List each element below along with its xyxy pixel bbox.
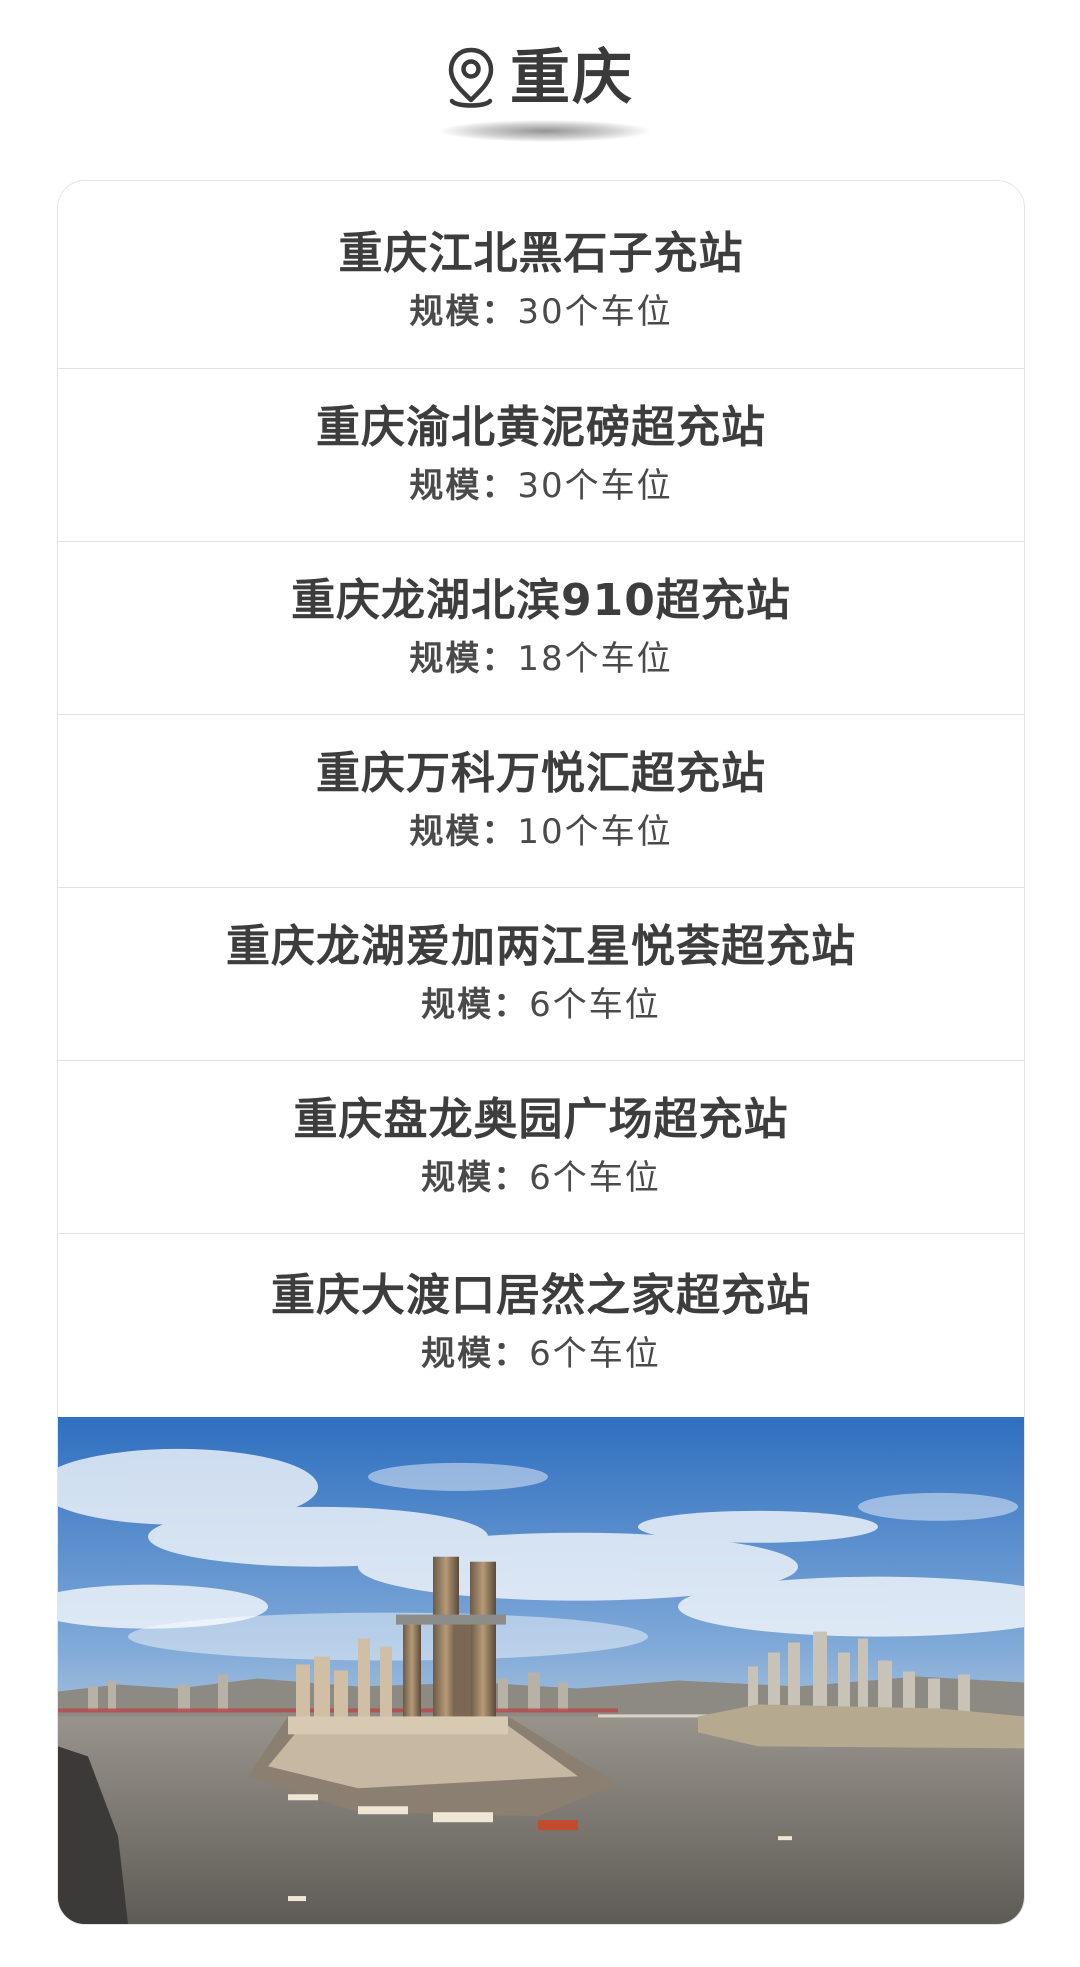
- station-name: 重庆渝北黄泥磅超充站: [316, 402, 766, 453]
- scale-label: 规模：: [421, 1158, 530, 1198]
- station-item: 重庆渝北黄泥磅超充站 规模：30个车位: [58, 369, 1024, 542]
- station-name: 重庆大渡口居然之家超充站: [271, 1270, 811, 1321]
- station-name: 重庆万科万悦汇超充站: [316, 748, 766, 799]
- city-title: 重庆: [510, 43, 634, 113]
- scale-label: 规模：: [421, 985, 530, 1025]
- scale-value: 30个车位: [517, 291, 673, 332]
- station-scale: 规模：30个车位: [409, 461, 672, 511]
- scale-label: 规模：: [409, 291, 518, 332]
- station-scale: 规模：18个车位: [409, 634, 672, 684]
- station-name: 重庆龙湖爱加两江星悦荟超充站: [226, 921, 856, 972]
- station-name: 重庆盘龙奥园广场超充站: [293, 1094, 789, 1145]
- station-card: 重庆江北黑石子充站 规模：30个车位 重庆渝北黄泥磅超充站 规模：30个车位 重…: [57, 180, 1025, 1925]
- station-scale: 规模：6个车位: [421, 1329, 661, 1379]
- page-header: 重庆: [0, 38, 1080, 142]
- scale-label: 规模：: [409, 466, 518, 506]
- station-scale: 规模：6个车位: [421, 980, 661, 1030]
- scale-label: 规模：: [421, 1334, 530, 1374]
- title-shadow-decoration: [440, 120, 650, 142]
- station-scale: 规模：30个车位: [409, 287, 672, 337]
- station-name: 重庆江北黑石子充站: [338, 227, 744, 279]
- station-item: 重庆江北黑石子充站 规模：30个车位: [58, 181, 1024, 369]
- scale-value: 10个车位: [517, 812, 673, 852]
- location-pin-icon: [448, 47, 494, 108]
- scale-label: 规模：: [409, 639, 518, 679]
- scale-value: 6个车位: [529, 1334, 661, 1374]
- header-title-row: 重庆: [0, 38, 1080, 118]
- station-item: 重庆大渡口居然之家超充站 规模：6个车位: [58, 1234, 1024, 1412]
- scale-value: 6个车位: [529, 985, 661, 1025]
- station-item: 重庆盘龙奥园广场超充站 规模：6个车位: [58, 1061, 1024, 1234]
- scale-value: 6个车位: [529, 1158, 661, 1198]
- station-scale: 规模：6个车位: [421, 1153, 661, 1203]
- skyline-illustration: [58, 1417, 1024, 1924]
- city-skyline-photo: [58, 1417, 1024, 1924]
- station-scale: 规模：10个车位: [409, 807, 672, 857]
- station-name: 重庆龙湖北滨910超充站: [291, 575, 791, 626]
- scale-value: 30个车位: [517, 466, 673, 506]
- station-item: 重庆万科万悦汇超充站 规模：10个车位: [58, 715, 1024, 888]
- station-item: 重庆龙湖北滨910超充站 规模：18个车位: [58, 542, 1024, 715]
- scale-label: 规模：: [409, 812, 518, 852]
- scale-value: 18个车位: [517, 639, 673, 679]
- station-item: 重庆龙湖爱加两江星悦荟超充站 规模：6个车位: [58, 888, 1024, 1061]
- station-list: 重庆江北黑石子充站 规模：30个车位 重庆渝北黄泥磅超充站 规模：30个车位 重…: [58, 181, 1024, 1412]
